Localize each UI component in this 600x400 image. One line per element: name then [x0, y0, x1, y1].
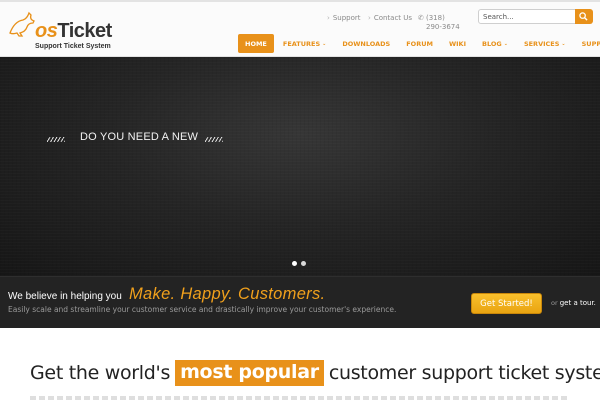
chevron-down-icon: ⌄ — [561, 40, 566, 47]
nav-services-label: SERVICES — [523, 39, 560, 48]
toplink-support[interactable]: › Support — [327, 14, 360, 22]
chevron-down-icon: ⌄ — [503, 40, 508, 47]
nav-support-label: SUPPORT — [581, 39, 600, 48]
cta-alternative: or get a tour. — [551, 299, 596, 307]
logo-wordmark: osTicket — [35, 20, 112, 42]
nav-wiki-label: WIKI — [448, 39, 466, 48]
cta-subtext: Easily scale and streamline your custome… — [8, 305, 397, 314]
nav-home[interactable]: HOME — [238, 34, 274, 53]
nav-services[interactable]: SERVICES ⌄ — [517, 34, 573, 53]
decorative-hatch-right — [205, 137, 223, 142]
cut-off-text-line — [30, 396, 570, 400]
nav-blog-label: BLOG — [482, 39, 502, 48]
toplink-contact-label: Contact Us — [373, 14, 413, 22]
search-form — [478, 9, 593, 24]
nav-blog[interactable]: BLOG ⌄ — [475, 34, 515, 53]
headline-before: Get the world's — [30, 362, 171, 384]
chalkboard-background — [0, 57, 600, 276]
section-headline: Get the world's most popular customer su… — [30, 358, 600, 388]
nav-home-label: HOME — [245, 39, 267, 48]
nav-downloads[interactable]: DOWNLOADS — [335, 34, 397, 53]
headline-after: customer support ticket system — [328, 362, 600, 384]
cta-lead-text: We believe in helping you — [8, 291, 122, 302]
cta-slogan: Make. Happy. Customers. — [129, 285, 326, 303]
get-started-button[interactable]: Get Started! — [471, 293, 542, 314]
chevron-right-icon: › — [327, 14, 330, 22]
search-icon — [579, 12, 588, 21]
phone-icon: ✆ — [418, 14, 424, 22]
toplink-support-label: Support — [332, 14, 361, 22]
hero-slider: DO YOU NEED A NEW — [0, 57, 600, 276]
site-header: osTicket Support Ticket System › Support … — [0, 0, 600, 57]
kangaroo-icon — [9, 11, 35, 37]
site-logo[interactable]: osTicket Support Ticket System — [7, 11, 117, 53]
cta-bar: We believe in helping you Make. Happy. C… — [0, 276, 600, 328]
nav-downloads-label: DOWNLOADS — [342, 39, 391, 48]
slider-dot-2[interactable] — [301, 261, 306, 266]
phone-number: (318) 290-3674 — [426, 14, 460, 31]
nav-features[interactable]: FEATURES ⌄ — [276, 34, 333, 53]
nav-forum[interactable]: FORUM — [399, 34, 440, 53]
slider-pagination — [292, 261, 306, 266]
nav-forum-label: FORUM — [406, 39, 433, 48]
cta-or-label: or — [551, 299, 558, 307]
slider-dot-1[interactable] — [292, 261, 297, 266]
chevron-right-icon: › — [368, 14, 371, 22]
toplink-phone[interactable]: ✆ (318) 290-3674 — [418, 14, 461, 32]
hero-headline: DO YOU NEED A NEW — [80, 131, 199, 143]
decorative-hatch-left — [47, 137, 65, 142]
nav-wiki[interactable]: WIKI — [442, 34, 473, 53]
search-button[interactable] — [575, 9, 593, 24]
nav-features-label: FEATURES — [282, 39, 321, 48]
main-nav: HOME FEATURES ⌄ DOWNLOADS FORUM WIKI BLOG… — [238, 34, 600, 53]
nav-support[interactable]: SUPPORT⌄ — [575, 34, 600, 53]
headline-highlight: most popular — [175, 360, 324, 386]
search-input[interactable] — [478, 9, 576, 24]
logo-tagline: Support Ticket System — [35, 43, 111, 50]
intro-section: Get the world's most popular customer su… — [0, 328, 600, 400]
toplink-contact[interactable]: › Contact Us — [368, 14, 412, 22]
chevron-down-icon: ⌄ — [322, 40, 327, 47]
get-a-tour-link[interactable]: get a tour. — [560, 299, 596, 307]
